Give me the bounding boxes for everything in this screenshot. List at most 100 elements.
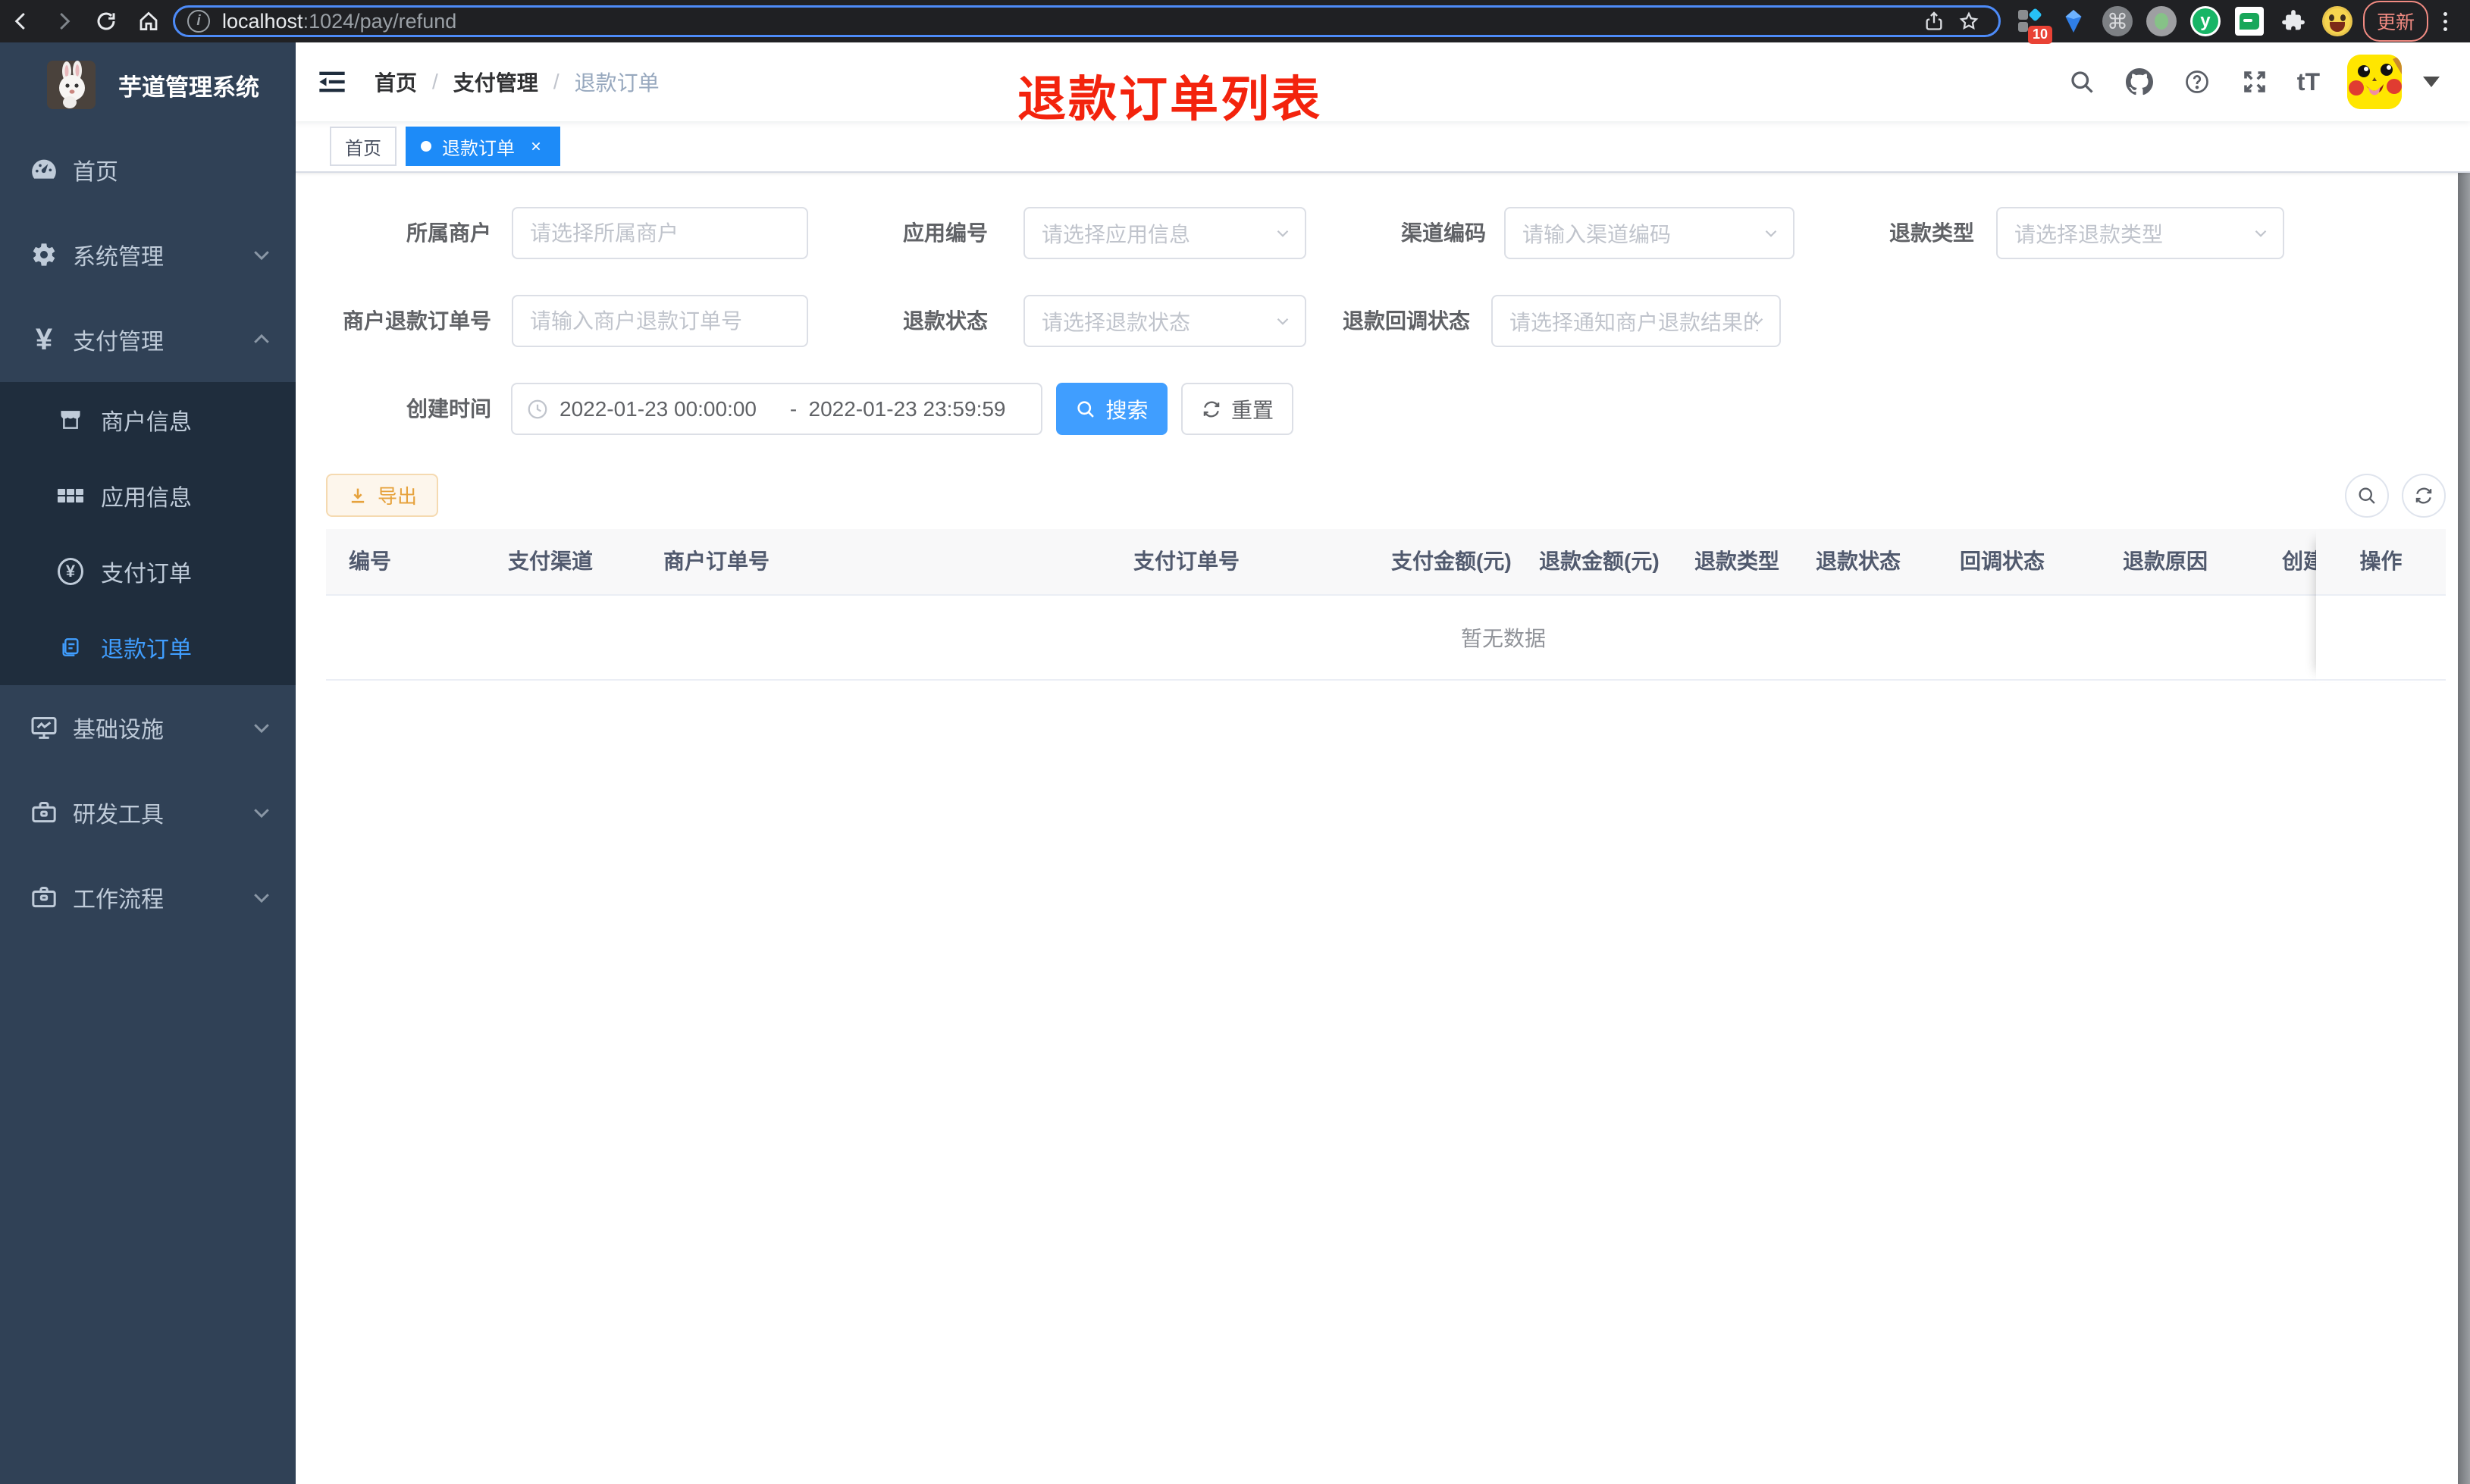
extension-chat-icon[interactable] xyxy=(2231,3,2268,39)
close-icon xyxy=(531,142,541,151)
navbar: 首页 / 支付管理 / 退款订单 退款订单列表 tT xyxy=(296,42,2470,127)
extension-grid-icon[interactable]: 10 xyxy=(2011,3,2052,44)
empty-text: 暂无数据 xyxy=(1460,627,1546,650)
callback-status-select[interactable]: 请选择通知商户退款结果的回调状态 xyxy=(1491,295,1781,347)
help-button[interactable] xyxy=(2182,67,2212,97)
share-button[interactable] xyxy=(1917,4,1951,39)
chevron-down-icon xyxy=(2255,230,2267,237)
sidebar: 芋道管理系统 首页 系统管理 ¥ 支付管理 商户信息 应用信息 ¥ 支付订单 退… xyxy=(0,42,296,1484)
documents-icon xyxy=(58,634,83,660)
select-placeholder: 请输入渠道编码 xyxy=(1522,222,1672,246)
active-tab-dot xyxy=(421,141,431,152)
reset-button[interactable]: 重置 xyxy=(1181,383,1293,435)
search-icon xyxy=(2071,71,2093,93)
filter-label-refund-status: 退款状态 xyxy=(902,309,988,333)
breadcrumb-pay[interactable]: 支付管理 xyxy=(453,67,538,97)
sidebar-item-label: 工作流程 xyxy=(73,888,164,913)
extension-y-icon[interactable]: y xyxy=(2187,3,2224,39)
sidebar-item-label: 基础设施 xyxy=(73,718,164,743)
column-header: 退款类型 xyxy=(1694,549,1780,573)
extension-command-icon[interactable]: ⌘ xyxy=(2099,3,2136,39)
create-time-range-picker[interactable]: 2022-01-23 00:00:00 - 2022-01-23 23:59:5… xyxy=(511,383,1042,435)
extension-gem-icon[interactable] xyxy=(2055,3,2092,39)
column-header: 编号 xyxy=(349,549,392,573)
column-header: 回调状态 xyxy=(1960,549,2045,573)
sidebar-item-app-info[interactable]: 应用信息 xyxy=(0,458,296,534)
sidebar-logo[interactable]: 芋道管理系统 xyxy=(0,42,296,127)
channel-select[interactable]: 请输入渠道编码 xyxy=(1504,207,1795,259)
search-button[interactable]: 搜索 xyxy=(1056,383,1168,435)
sidebar-item-label: 退款订单 xyxy=(101,637,192,662)
fixed-column-body xyxy=(2316,596,2446,681)
search-icon xyxy=(1077,400,1095,418)
merchant-refund-no-input[interactable] xyxy=(512,295,808,347)
browser-update-button[interactable]: 更新 xyxy=(2362,1,2428,42)
search-icon xyxy=(2359,487,2375,504)
window-scrollbar[interactable] xyxy=(2458,42,2470,1484)
filter-label-merchant-refund-no: 商户退款订单号 xyxy=(342,309,491,333)
breadcrumb-home[interactable]: 首页 xyxy=(375,67,417,97)
chevron-down-icon xyxy=(250,716,273,739)
back-icon xyxy=(14,12,25,30)
extension-emoji-icon[interactable] xyxy=(2319,3,2356,39)
sidebar-item-pay-order[interactable]: ¥ 支付订单 xyxy=(0,534,296,609)
sidebar-item-merchant-info[interactable]: 商户信息 xyxy=(0,382,296,458)
sidebar-item-label: 支付管理 xyxy=(73,330,164,355)
browser-reload-button[interactable] xyxy=(85,0,127,42)
select-placeholder: 请选择通知商户退款结果的回调状态 xyxy=(1509,310,1758,334)
column-header-action: 操作 xyxy=(2316,529,2446,596)
sidebar-item-refund-order[interactable]: 退款订单 xyxy=(0,609,296,685)
sidebar-item-system[interactable]: 系统管理 xyxy=(0,212,296,297)
refresh-table-button[interactable] xyxy=(2402,474,2446,518)
main-area: 首页 / 支付管理 / 退款订单 退款订单列表 tT 首页 退款订单 所属商户 … xyxy=(296,42,2470,1484)
close-tab-button[interactable] xyxy=(527,137,545,155)
chevron-down-icon xyxy=(1751,318,1763,325)
export-button[interactable]: 导出 xyxy=(326,474,438,517)
column-header: 支付金额(元) xyxy=(1391,549,1512,573)
forward-icon xyxy=(60,12,71,30)
breadcrumb-separator: / xyxy=(553,70,560,93)
extension-dot-icon[interactable] xyxy=(2143,3,2180,39)
extensions-puzzle-icon[interactable] xyxy=(2275,3,2312,39)
search-button-label: 搜索 xyxy=(1105,398,1149,422)
site-info-icon[interactable]: i xyxy=(187,10,210,33)
github-icon xyxy=(2125,68,2153,95)
tab-home[interactable]: 首页 xyxy=(330,127,397,166)
merchant-input[interactable] xyxy=(512,207,808,259)
app-select[interactable]: 请选择应用信息 xyxy=(1023,207,1306,259)
collapse-sidebar-button[interactable] xyxy=(309,59,355,105)
home-icon xyxy=(139,11,158,30)
toolbox-icon xyxy=(27,796,61,829)
browser-menu-button[interactable] xyxy=(2436,11,2459,31)
sidebar-item-label: 研发工具 xyxy=(73,803,164,828)
sidebar-item-infrastructure[interactable]: 基础设施 xyxy=(0,685,296,770)
refund-status-select[interactable]: 请选择退款状态 xyxy=(1023,295,1306,347)
font-size-button[interactable]: tT xyxy=(2297,68,2320,96)
avatar-caret-icon[interactable] xyxy=(2423,77,2440,87)
pay-circle-icon: ¥ xyxy=(58,558,83,585)
sidebar-item-home[interactable]: 首页 xyxy=(0,127,296,212)
url-text: localhost:1024/pay/refund xyxy=(222,9,457,33)
sidebar-item-workflow[interactable]: 工作流程 xyxy=(0,855,296,940)
tab-label: 首页 xyxy=(345,138,381,159)
tab-refund-order[interactable]: 退款订单 xyxy=(406,127,560,166)
github-button[interactable] xyxy=(2124,67,2155,97)
browser-forward-button[interactable] xyxy=(42,0,85,42)
bookmark-star-button[interactable] xyxy=(1951,4,1986,39)
user-avatar[interactable] xyxy=(2347,55,2402,109)
refund-type-select[interactable]: 请选择退款类型 xyxy=(1996,207,2284,259)
browser-home-button[interactable] xyxy=(127,0,170,42)
chevron-down-icon xyxy=(1765,230,1777,237)
toggle-search-button[interactable] xyxy=(2345,474,2389,518)
browser-back-button[interactable] xyxy=(0,0,42,42)
clock-icon xyxy=(528,399,547,418)
column-header-truncated: 创建时间 xyxy=(2282,549,2316,573)
sidebar-item-pay[interactable]: ¥ 支付管理 xyxy=(0,297,296,382)
browser-toolbar: i localhost:1024/pay/refund 10 ⌘ y 更新 xyxy=(0,0,2470,44)
sidebar-item-dev-tools[interactable]: 研发工具 xyxy=(0,770,296,855)
fullscreen-button[interactable] xyxy=(2240,67,2270,97)
header-search-button[interactable] xyxy=(2067,67,2097,97)
chevron-down-icon xyxy=(250,886,273,909)
dashboard-icon xyxy=(27,153,61,186)
address-bar[interactable]: i localhost:1024/pay/refund xyxy=(173,5,2001,37)
